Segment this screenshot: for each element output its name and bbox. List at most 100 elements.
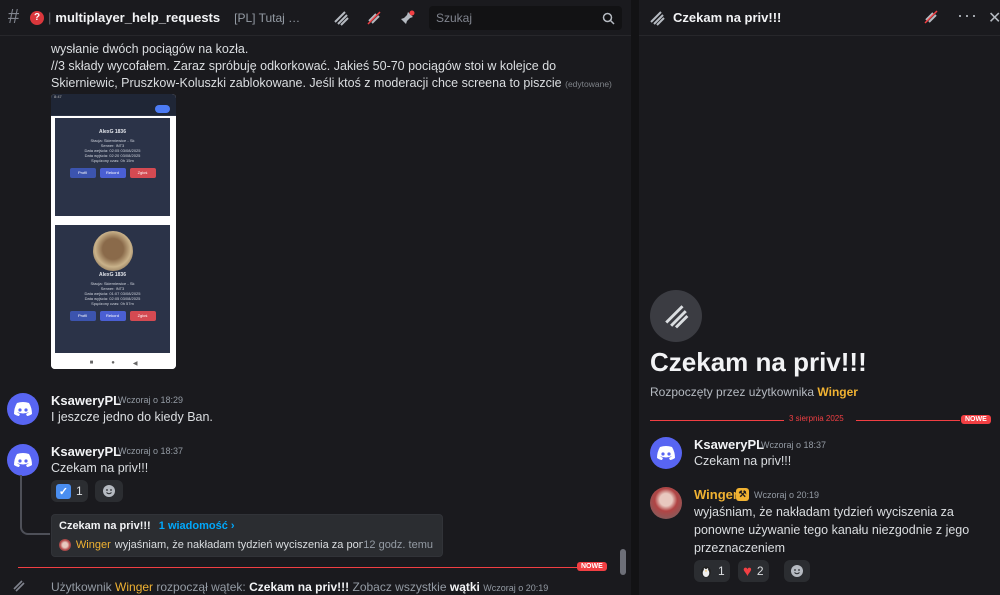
profile-button: Profil (69, 168, 96, 178)
message-text-part: Skierniewic, Pruszkow-Koluszki zablokowa… (51, 76, 562, 90)
timestamp: Wczoraj o 18:37 (118, 446, 184, 456)
mini-avatar (59, 539, 71, 551)
heart-icon: ♥ (743, 562, 752, 580)
separator: | (48, 10, 52, 25)
card-line: Spędzony czas: 0h 57m (91, 301, 134, 306)
thread-title: Czekam na priv!!! (59, 520, 151, 532)
system-message: Użytkownik Winger rozpoczął wątek: Czeka… (51, 580, 548, 594)
check-icon: ✓ (56, 483, 71, 499)
attachment-image[interactable]: 8:47 AlexG 1836 Stacja: Skierniewice - S… (51, 94, 176, 369)
profile-card: AlexG 1836 Stacja: Skierniewice - Sk Ser… (55, 118, 170, 216)
emoji-add-icon (103, 485, 115, 497)
discord-logo-icon (14, 452, 32, 467)
record-button: Rekord (99, 311, 126, 321)
main-channel: # ? | multiplayer_help_requests [PL] Tut… (0, 0, 631, 595)
message-text: ponowne używanie tego kanału niezgodnie … (694, 523, 970, 537)
avatar[interactable] (650, 487, 682, 519)
date-label: 3 sierpnia 2025 (789, 414, 844, 423)
thread-count-link[interactable]: 1 wiadomość › (159, 520, 235, 532)
system-user[interactable]: Winger (115, 580, 153, 594)
edited-label: (edytowane) (565, 79, 612, 89)
username[interactable]: Winger (694, 487, 738, 502)
message-text: Skierniewic, Pruszkow-Koluszki zablokowa… (51, 76, 612, 90)
date-divider (650, 420, 784, 421)
search-input[interactable]: Szukaj (429, 6, 622, 30)
card-line: Spędzony czas: 0h 15m (91, 158, 134, 163)
mute-icon[interactable] (923, 9, 939, 28)
threads-icon[interactable] (332, 9, 350, 27)
system-thread-link[interactable]: Czekam na priv!!! (249, 580, 349, 594)
thread-connector (20, 475, 50, 535)
date-divider (856, 420, 960, 421)
avatar[interactable] (7, 393, 39, 425)
scrollbar[interactable] (620, 549, 626, 575)
message-text: Czekam na priv!!! (51, 461, 149, 475)
reaction-penguin[interactable]: 1 (694, 560, 730, 582)
close-icon[interactable]: ✕ (988, 8, 1000, 28)
username[interactable]: KsaweryPL (51, 393, 121, 408)
question-icon: ? (30, 10, 44, 25)
new-tag: NOWE (577, 562, 607, 571)
timestamp: Wczoraj o 18:37 (761, 440, 827, 450)
emoji-add-icon (791, 565, 803, 577)
starter-user[interactable]: Winger (817, 385, 858, 399)
thread-big-icon (650, 290, 702, 342)
phone-appbar (51, 102, 176, 116)
profile-card: AlexG 1836 Stacja: Skierniewice - Sk Ser… (55, 225, 170, 353)
reaction-heart[interactable]: ♥ 2 (738, 560, 769, 582)
panel-divider[interactable] (631, 0, 639, 595)
message-list: wysłanie dwóch pociągów na kozła. //3 sk… (0, 37, 631, 595)
message-text: wyjaśniam, że nakładam tydzień wyciszeni… (694, 505, 954, 519)
card-name: AlexG 1836 (99, 129, 126, 135)
message-text: przeznaczeniem (694, 541, 786, 555)
avatar[interactable] (7, 444, 39, 476)
threads-link[interactable]: wątki (450, 580, 480, 594)
hash-icon: # (8, 6, 20, 28)
search-icon (602, 12, 615, 25)
started-label: Rozpoczęty przez użytkownika (650, 385, 815, 399)
avatar[interactable] (650, 437, 682, 469)
record-button: Rekord (99, 168, 126, 178)
username[interactable]: KsaweryPL (694, 437, 764, 452)
new-messages-divider (18, 567, 606, 568)
system-time: Wczoraj o 20:19 (483, 583, 549, 593)
more-icon[interactable]: ··· (957, 5, 978, 26)
mute-icon[interactable] (365, 9, 383, 27)
timestamp: Wczoraj o 18:29 (118, 395, 184, 405)
thread-big-title: Czekam na priv!!! (650, 347, 867, 377)
phone-navbar: ■ ● ◀ (51, 357, 176, 369)
discord-logo-icon (14, 401, 32, 416)
timestamp: Wczoraj o 20:19 (754, 490, 820, 500)
message-text: I jeszcze jedno do kiedy Ban. (51, 410, 213, 424)
avatar-image (92, 231, 133, 271)
thread-user: Winger (75, 539, 111, 551)
penguin-icon (701, 566, 711, 578)
message-text: //3 składy wycofałem. Zaraz spróbuję odk… (51, 59, 557, 73)
report-button: Zgłoś (129, 311, 156, 321)
username[interactable]: KsaweryPL (51, 444, 121, 459)
moderator-badge-icon: ⚒ (736, 488, 749, 501)
thread-header: Czekam na priv!!! ··· ✕ (639, 0, 1000, 36)
thread-started-by: Rozpoczęty przez użytkownika Winger (650, 385, 858, 399)
discord-logo-icon (657, 445, 675, 460)
channel-topic[interactable]: [PL] Tutaj mo... (234, 11, 310, 25)
add-reaction-button[interactable] (784, 560, 810, 582)
thread-panel: Czekam na priv!!! ··· ✕ Czekam na priv!!… (639, 0, 1000, 595)
reaction-check[interactable]: ✓ 1 (51, 480, 88, 502)
thread-icon (650, 10, 665, 26)
thread-snippet: wyjaśniam, że nakładam tydzień wyciszeni… (114, 539, 364, 551)
thread-started-icon (12, 579, 26, 595)
add-reaction-button[interactable] (95, 480, 123, 502)
new-tag: NOWE (961, 415, 991, 424)
thread-time: 12 godz. temu (363, 539, 433, 551)
card-name: AlexG 1836 (99, 272, 126, 278)
see-all-link[interactable]: Zobacz wszystkie (352, 580, 446, 594)
channel-name: multiplayer_help_requests (55, 10, 221, 25)
reaction-count: 1 (76, 484, 83, 498)
thread-title: Czekam na priv!!! (673, 10, 782, 25)
channel-header: # ? | multiplayer_help_requests [PL] Tut… (0, 0, 631, 36)
message-text: wysłanie dwóch pociągów na kozła. (51, 42, 249, 56)
pin-icon[interactable] (398, 9, 416, 27)
thread-preview[interactable]: Czekam na priv!!! 1 wiadomość › Winger w… (51, 514, 443, 557)
message-text: Czekam na priv!!! (694, 454, 792, 468)
